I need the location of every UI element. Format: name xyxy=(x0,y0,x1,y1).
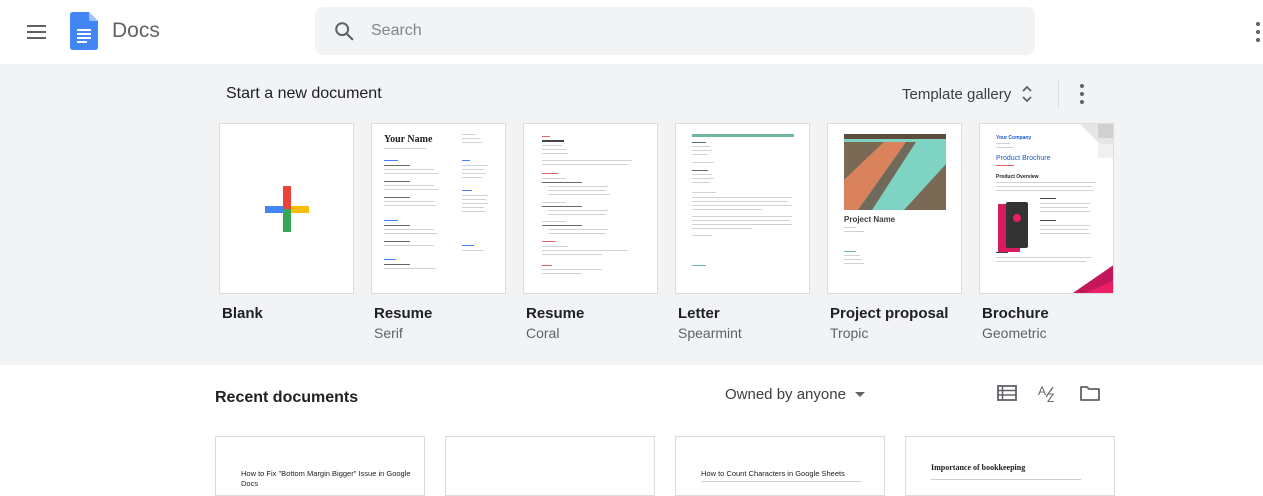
template-name: Brochure xyxy=(982,305,1049,322)
template-subtitle: Serif xyxy=(374,325,403,341)
thumb-title: Product Brochure xyxy=(996,155,1051,162)
recent-document-card[interactable]: How to Fix "Bottom Margin Bigger" Issue … xyxy=(215,436,425,496)
folder-icon[interactable] xyxy=(1079,383,1101,403)
menu-icon-line xyxy=(26,25,46,27)
template-thumbnail[interactable]: Your Company Product Brochure Product Ov… xyxy=(979,123,1114,294)
template-section: Start a new document Template gallery Bl… xyxy=(0,64,1263,365)
dot xyxy=(1080,92,1084,96)
unfold-more-icon xyxy=(1022,85,1032,103)
template-thumbnail[interactable]: Project Name xyxy=(827,123,962,294)
plus-icon xyxy=(265,186,309,232)
template-name: Blank xyxy=(222,305,263,322)
sort-az-icon[interactable]: A Z xyxy=(1037,383,1059,403)
template-subtitle: Coral xyxy=(526,325,560,341)
geometric-graphic xyxy=(998,124,1113,293)
list-view-icon[interactable] xyxy=(996,383,1018,403)
owner-filter-dropdown[interactable]: Owned by anyone xyxy=(725,385,865,403)
top-bar: Docs xyxy=(0,0,1263,64)
svg-text:A: A xyxy=(1038,384,1046,398)
search-box[interactable] xyxy=(315,7,1035,55)
main-menu-button[interactable] xyxy=(22,18,50,46)
search-icon[interactable] xyxy=(333,20,355,42)
template-subtitle: Geometric xyxy=(982,325,1047,341)
search-input[interactable] xyxy=(371,7,1011,55)
template-thumbnail[interactable] xyxy=(523,123,658,294)
template-name: Letter xyxy=(678,305,720,322)
template-project-proposal-tropic[interactable]: Project Name Project proposal Tropic xyxy=(827,123,962,341)
dot xyxy=(1080,100,1084,104)
section-title: Start a new document xyxy=(226,85,382,102)
template-thumbnail[interactable] xyxy=(219,123,354,294)
template-subtitle: Spearmint xyxy=(678,325,742,341)
accent-bar xyxy=(692,134,794,137)
thumb-title: Project Name xyxy=(844,215,896,224)
document-preview-title: Importance of bookkeeping xyxy=(931,463,1026,472)
template-thumbnail[interactable] xyxy=(675,123,810,294)
menu-icon-line xyxy=(26,31,46,33)
recent-document-card[interactable] xyxy=(445,436,655,496)
template-letter-spearmint[interactable]: Letter Spearmint xyxy=(675,123,810,341)
template-name: Resume xyxy=(526,305,585,322)
document-preview-title: How to Fix "Bottom Margin Bigger" Issue … xyxy=(241,469,411,488)
template-resume-serif[interactable]: Your Name Resume Serif xyxy=(371,123,506,341)
docs-logo-icon[interactable] xyxy=(70,12,98,50)
template-blank[interactable]: Blank xyxy=(219,123,354,322)
thumb-subtitle: Product Overview xyxy=(996,174,1039,180)
menu-icon-line xyxy=(26,37,46,39)
svg-text:Z: Z xyxy=(1047,391,1054,403)
recent-documents-title: Recent documents xyxy=(215,389,359,406)
document-preview-title: How to Count Characters in Google Sheets xyxy=(701,469,845,478)
dropdown-arrow-icon xyxy=(854,391,865,397)
recent-document-card[interactable]: How to Count Characters in Google Sheets xyxy=(675,436,885,496)
template-brochure-geometric[interactable]: Your Company Product Brochure Product Ov… xyxy=(979,123,1114,341)
dot xyxy=(1256,22,1260,26)
app-title[interactable]: Docs xyxy=(112,19,160,43)
template-resume-coral[interactable]: Resume Coral xyxy=(523,123,658,341)
template-name: Resume xyxy=(374,305,433,322)
more-options-icon[interactable] xyxy=(1253,22,1263,42)
dot xyxy=(1256,38,1260,42)
thumb-title: Your Name xyxy=(384,134,433,145)
template-thumbnail[interactable]: Your Name xyxy=(371,123,506,294)
recent-document-card[interactable]: Importance of bookkeeping xyxy=(905,436,1115,496)
thumb-company: Your Company xyxy=(996,135,1032,141)
template-gallery-label: Template gallery xyxy=(902,85,1012,103)
template-name: Project proposal xyxy=(830,305,949,322)
tropic-graphic xyxy=(844,134,946,210)
owner-filter-label: Owned by anyone xyxy=(725,385,846,403)
template-subtitle: Tropic xyxy=(830,325,869,341)
template-more-options-icon[interactable] xyxy=(1077,84,1087,104)
divider xyxy=(1058,80,1059,108)
dot xyxy=(1080,84,1084,88)
template-gallery-button[interactable]: Template gallery xyxy=(902,82,1033,106)
dot xyxy=(1256,30,1260,34)
